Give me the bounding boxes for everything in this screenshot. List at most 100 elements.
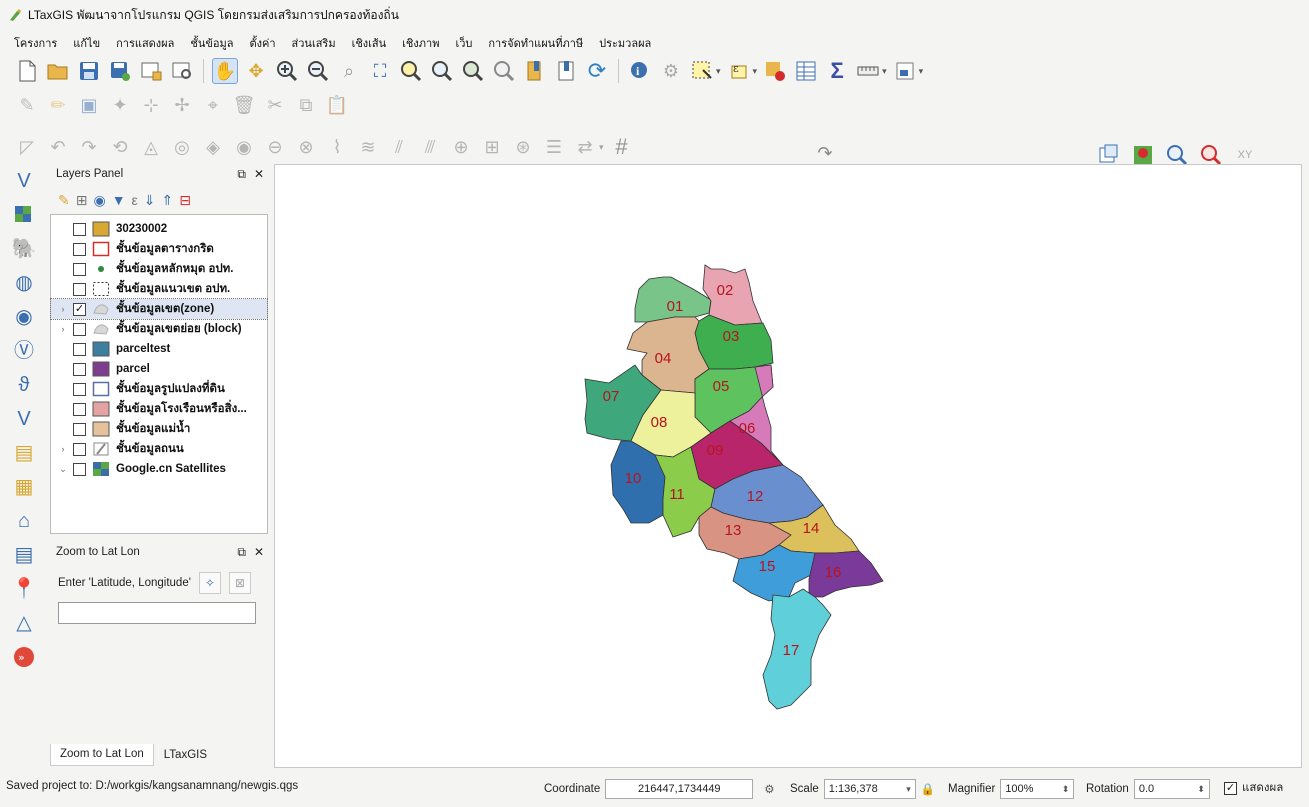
add-delimited-text-icon[interactable]: ϑ [9, 370, 39, 400]
layer-row[interactable]: › ชั้นข้อมูลเขตย่อย (block) [51, 319, 267, 339]
add-vector-layer-icon[interactable]: V [9, 166, 39, 196]
current-edits-icon[interactable]: ✎ [14, 92, 40, 118]
reshape-features-icon[interactable]: ⌇ [324, 134, 350, 160]
undock-icon[interactable]: ⧉ [237, 545, 246, 560]
layer-visibility-checkbox[interactable] [73, 382, 86, 396]
rotate-point-symbols-icon[interactable]: ⊛ [510, 134, 536, 160]
style-manager-icon[interactable]: ✎ [58, 192, 70, 209]
tab-ltaxgis[interactable]: LTaxGIS [154, 744, 217, 766]
fill-ring-icon[interactable]: ◉ [231, 134, 257, 160]
tab-zoom-to-latlon[interactable]: Zoom to Lat Lon [50, 744, 154, 766]
menu-tax-map[interactable]: การจัดทำแผนที่ภาษี [488, 34, 583, 54]
layer-visibility-checkbox[interactable]: ✓ [73, 302, 86, 316]
move-feature-icon[interactable]: ✢ [169, 92, 195, 118]
merge-attributes-icon[interactable]: ⊞ [479, 134, 505, 160]
map-canvas[interactable]: 01 02 03 04 05 06 07 08 09 10 11 12 13 14 15 16 17 [274, 164, 1302, 768]
delete-selected-icon[interactable]: 🗑 [231, 92, 257, 118]
layer-row[interactable]: › ✓ ชั้นข้อมูลเขต(zone) [50, 298, 268, 320]
expand-toggle-icon[interactable]: › [57, 444, 69, 454]
filter-by-expression-icon[interactable]: ε [132, 192, 138, 208]
clear-marker-icon[interactable]: ⊠ [228, 572, 251, 594]
expand-toggle-icon[interactable]: ⌄ [57, 464, 69, 475]
statistical-summary-icon[interactable]: Σ [824, 58, 850, 84]
attribute-table-icon[interactable] [793, 58, 819, 84]
deselect-features-icon[interactable] [762, 58, 788, 84]
layer-visibility-checkbox[interactable] [73, 262, 86, 276]
coordinate-field[interactable]: 216447,1734449 [605, 779, 754, 799]
zoom-to-selection-icon[interactable] [398, 58, 424, 84]
edit-attributes-icon[interactable]: ⌖ [200, 92, 226, 118]
manage-map-themes-icon[interactable]: ◉ [93, 192, 105, 209]
zoom-last-icon[interactable] [491, 58, 517, 84]
menu-view[interactable]: การแสดงผล [116, 34, 174, 54]
menu-settings[interactable]: ตั้งค่า [249, 34, 275, 54]
close-icon[interactable]: ✕ [254, 545, 264, 560]
new-project-icon[interactable] [14, 58, 40, 84]
reverse-line-icon[interactable]: ⇄ [572, 134, 598, 160]
rotation-field[interactable]: 0.0 ⬍ [1133, 779, 1210, 799]
split-features-icon[interactable]: ⫽ [386, 134, 412, 160]
merge-features-icon[interactable]: ⊕ [448, 134, 474, 160]
open-project-icon[interactable] [45, 58, 71, 84]
delete-ring-icon[interactable]: ⊖ [262, 134, 288, 160]
ltaxgis-tools-icon[interactable]: ▦ [9, 472, 39, 502]
add-group-icon[interactable]: ⊞ [76, 192, 88, 209]
layer-visibility-checkbox[interactable] [73, 422, 86, 436]
save-as-icon[interactable] [107, 58, 133, 84]
cut-features-icon[interactable]: ✂ [262, 92, 288, 118]
home-icon[interactable]: ⌂ [9, 506, 39, 536]
delete-part-icon[interactable]: ⊗ [293, 134, 319, 160]
add-feature-icon[interactable]: ✦ [107, 92, 133, 118]
zoom-in-icon[interactable] [274, 58, 300, 84]
magnifier-field[interactable]: 100% ⬍ [1000, 779, 1075, 799]
expand-toggle-icon[interactable]: › [57, 324, 69, 334]
layer-row[interactable]: parceltest [51, 339, 267, 359]
menu-web[interactable]: เว็บ [455, 34, 472, 54]
pan-map-icon[interactable]: ✋ [212, 58, 238, 84]
layout-manager-icon[interactable] [169, 58, 195, 84]
identify-features-icon[interactable]: i [627, 58, 653, 84]
layer-row[interactable]: ชั้นข้อมูลโรงเรือนหรือสิ่ง... [51, 399, 267, 419]
rotate-feature-icon[interactable]: ⟲ [107, 134, 133, 160]
zoom-out-icon[interactable] [305, 58, 331, 84]
layer-row[interactable]: 30230002 [51, 219, 267, 239]
refresh-icon[interactable]: ⟳ [584, 58, 610, 84]
zoom-rubberband-icon[interactable]: ⌕ [336, 58, 362, 84]
layer-row[interactable]: › ชั้นข้อมูลถนน [51, 439, 267, 459]
menu-raster[interactable]: เชิงภาพ [402, 34, 439, 54]
add-raster-layer-icon[interactable] [9, 200, 39, 230]
offset-point-symbols-icon[interactable]: ☰ [541, 134, 567, 160]
scale-field[interactable]: 1:136,378 ▾ [823, 779, 916, 799]
new-bookmark-icon[interactable] [522, 58, 548, 84]
grid-tool-icon[interactable]: # [609, 134, 635, 160]
triangle-tool-icon[interactable]: △ [9, 608, 39, 638]
remove-layer-icon[interactable]: ⊟ [179, 192, 191, 209]
annotation-icon[interactable] [892, 58, 918, 84]
expand-all-icon[interactable]: ⇓ [144, 192, 156, 209]
add-virtual-layer-icon[interactable]: V [9, 404, 39, 434]
add-ring-icon[interactable]: ◎ [169, 134, 195, 160]
add-part-icon[interactable]: ◈ [200, 134, 226, 160]
layer-row[interactable]: ชั้นข้อมูลรูปแปลงที่ดิน [51, 379, 267, 399]
layer-row[interactable]: ชั้นข้อมูลหลักหมุด อปท. [51, 259, 267, 279]
save-project-icon[interactable] [76, 58, 102, 84]
curve-tool-icon[interactable]: ↷ [812, 140, 838, 166]
undock-icon[interactable]: ⧉ [237, 167, 246, 182]
zoom-full-icon[interactable]: ⛶ [367, 58, 393, 84]
latlon-input[interactable] [58, 602, 256, 624]
zoom-go-icon[interactable]: ✧ [198, 572, 221, 594]
menu-processing[interactable]: ประมวลผล [599, 34, 651, 54]
render-checkbox[interactable]: ✓ [1224, 781, 1237, 795]
add-wfs-layer-icon[interactable]: Ⓥ [9, 336, 39, 366]
lock-scale-icon[interactable]: 🔒 [921, 782, 935, 796]
field-calculator-icon[interactable]: ▤ [9, 438, 39, 468]
pan-to-selection-icon[interactable]: ✥ [243, 58, 269, 84]
layer-row[interactable]: ชั้นข้อมูลแม่น้ำ [51, 419, 267, 439]
simplify-feature-icon[interactable]: ◬ [138, 134, 164, 160]
save-layer-edits-icon[interactable]: ▣ [76, 92, 102, 118]
zoom-native-icon[interactable] [460, 58, 486, 84]
layer-visibility-checkbox[interactable] [73, 322, 86, 336]
layer-row[interactable]: parcel [51, 359, 267, 379]
copy-features-icon[interactable]: ⧉ [293, 92, 319, 118]
menu-plugins[interactable]: ส่วนเสริม [292, 34, 336, 54]
